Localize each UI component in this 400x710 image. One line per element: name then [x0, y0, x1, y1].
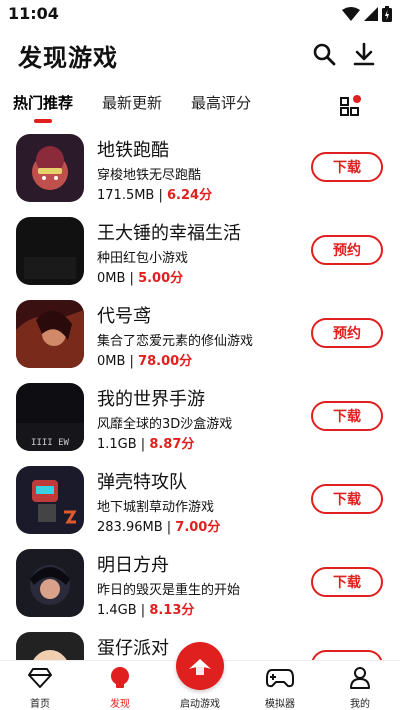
game-icon-eggy-party [16, 632, 84, 660]
game-row[interactable]: 代号鸢 集合了恋爱元素的修仙游戏 0MB | 78.00分 预约 [0, 296, 400, 379]
game-icon-minecraft: IIII EW [16, 383, 84, 451]
tab-label: 最高评分 [191, 94, 252, 112]
page-header: 发现游戏 [0, 30, 400, 80]
game-name: 弹壳特攻队 [97, 472, 187, 493]
signal-icon [364, 7, 378, 21]
game-meta: 0MB | 5.00分 [97, 271, 184, 286]
battery-icon [382, 6, 392, 22]
game-name: 地铁跑酷 [97, 140, 169, 161]
download-button[interactable]: 下载 [311, 484, 383, 514]
download-button[interactable] [350, 40, 378, 68]
tab-active-indicator [34, 119, 52, 123]
game-name: 蛋仔派对 [97, 638, 169, 659]
game-list: 地铁跑酷 穿梭地铁无尽跑酷 171.5MB | 6.24分 下载 王大锤的幸福生… [0, 130, 400, 660]
category-grid-button[interactable] [338, 92, 364, 118]
game-icon-arknights [16, 549, 84, 617]
game-meta: 1.4GB | 8.13分 [97, 603, 195, 618]
game-name: 我的世界手游 [97, 389, 205, 410]
tab-latest[interactable]: 最新更新 [102, 92, 162, 113]
launch-game-button[interactable] [176, 642, 224, 690]
game-name: 代号鸢 [97, 306, 151, 327]
download-icon [353, 42, 375, 66]
game-score: 5.00分 [138, 271, 184, 286]
grid-icon [340, 95, 361, 116]
game-desc: 穿梭地铁无尽跑酷 [97, 168, 202, 183]
game-desc: 集合了恋爱元素的修仙游戏 [97, 334, 254, 349]
game-score: 78.00分 [138, 354, 193, 369]
nav-discover[interactable]: 发现 [90, 665, 150, 710]
status-time: 11:04 [8, 4, 59, 23]
nav-label: 启动游戏 [180, 699, 220, 710]
game-size: 1.4GB [97, 603, 137, 618]
bulb-icon [111, 667, 129, 688]
game-row[interactable]: 明日方舟 昨日的毁灭是重生的开始 1.4GB | 8.13分 下载 [0, 545, 400, 628]
nav-profile[interactable]: 我的 [330, 665, 390, 710]
game-size: 1.1GB [97, 437, 137, 452]
page-title: 发现游戏 [18, 44, 118, 72]
game-size: 0MB [97, 354, 126, 369]
status-icons [342, 6, 392, 22]
search-icon [313, 43, 336, 66]
status-bar: 11:04 [0, 0, 400, 28]
game-row[interactable]: IIII EW 我的世界手游 风靡全球的3D沙盒游戏 1.1GB | 8.87分… [0, 379, 400, 462]
category-tabs: 热门推荐 最新更新 最高评分 [0, 88, 400, 124]
game-score: 7.00分 [175, 520, 221, 535]
nav-home[interactable]: 首页 [10, 665, 70, 710]
download-button[interactable]: 下载 [311, 567, 383, 597]
game-size: 283.96MB [97, 520, 163, 535]
download-button[interactable] [311, 650, 383, 660]
reserve-button[interactable]: 预约 [311, 318, 383, 348]
game-score: 6.24分 [167, 188, 213, 203]
tab-hot[interactable]: 热门推荐 [13, 92, 74, 123]
game-meta: 283.96MB | 7.00分 [97, 520, 221, 535]
game-icon-survivor [16, 466, 84, 534]
game-icon-subway [16, 134, 84, 202]
nav-label: 发现 [110, 699, 130, 710]
download-button[interactable]: 下载 [311, 401, 383, 431]
nav-emulator[interactable]: 模拟器 [250, 665, 310, 710]
download-button[interactable]: 下载 [311, 152, 383, 182]
game-desc: 种田红包小游戏 [97, 251, 189, 266]
gamepad-icon [266, 669, 294, 688]
tab-top-rated[interactable]: 最高评分 [191, 92, 251, 113]
game-score: 8.13分 [149, 603, 195, 618]
game-row[interactable]: 王大锤的幸福生活 种田红包小游戏 0MB | 5.00分 预约 [0, 213, 400, 296]
game-name: 王大锤的幸福生活 [97, 223, 241, 244]
launch-icon [189, 659, 211, 675]
game-meta: 0MB | 78.00分 [97, 354, 193, 369]
game-row[interactable]: 弹壳特攻队 地下城割草动作游戏 283.96MB | 7.00分 下载 [0, 462, 400, 545]
wifi-icon [342, 7, 360, 21]
game-meta: 1.1GB | 8.87分 [97, 437, 195, 452]
nav-label: 模拟器 [265, 699, 295, 710]
nav-label: 我的 [350, 699, 370, 710]
nav-label: 首页 [30, 699, 50, 710]
tab-label: 热门推荐 [13, 94, 74, 112]
game-icon-daihaoyuan [16, 300, 84, 368]
reserve-button[interactable]: 预约 [311, 235, 383, 265]
game-row[interactable]: 地铁跑酷 穿梭地铁无尽跑酷 171.5MB | 6.24分 下载 [0, 130, 400, 213]
minecraft-icon-text: IIII EW [31, 438, 70, 448]
game-score: 8.87分 [149, 437, 195, 452]
profile-icon [350, 667, 370, 689]
game-size: 171.5MB [97, 188, 155, 203]
game-desc: 地下城割草动作游戏 [97, 500, 215, 515]
game-meta: 171.5MB | 6.24分 [97, 188, 213, 203]
game-desc: 昨日的毁灭是重生的开始 [97, 583, 241, 598]
game-size: 0MB [97, 271, 126, 286]
game-icon-wangdachui [16, 217, 84, 285]
game-name: 明日方舟 [97, 555, 169, 576]
diamond-icon [28, 668, 52, 688]
search-button[interactable] [310, 40, 338, 68]
tab-label: 最新更新 [102, 94, 163, 112]
game-desc: 风靡全球的3D沙盒游戏 [97, 417, 233, 432]
